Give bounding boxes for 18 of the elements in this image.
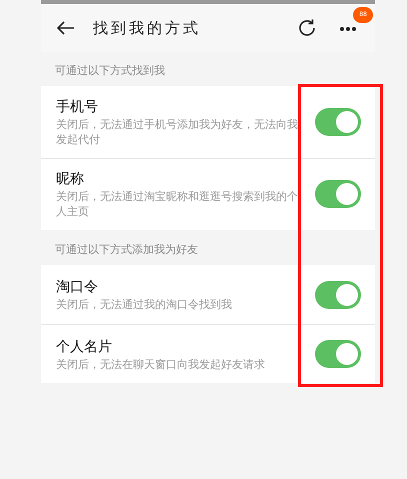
toggle-switch[interactable] xyxy=(315,180,361,208)
section-label: 可通过以下方式找到我 xyxy=(54,63,166,79)
toggle-switch[interactable] xyxy=(315,108,361,136)
setting-title: 个人名片 xyxy=(56,338,113,356)
setting-title: 淘口令 xyxy=(56,278,99,297)
more-icon[interactable] xyxy=(339,26,357,32)
refresh-icon[interactable] xyxy=(297,18,317,38)
setting-description: 关闭后，无法通过淘宝昵称和逛逛号搜索到我的个人主页 xyxy=(56,189,299,219)
section-label: 可通过以下方式添加我为好友 xyxy=(54,242,199,258)
toggle-switch[interactable] xyxy=(315,280,361,308)
page-title: 找到我的方式 xyxy=(93,18,201,39)
setting-description: 关闭后，无法在聊天窗口向我发起好友请求 xyxy=(56,356,266,372)
back-icon[interactable] xyxy=(57,21,75,35)
toggle-switch[interactable] xyxy=(315,340,361,368)
setting-description: 关闭后，无法通过我的淘口令找到我 xyxy=(56,297,233,312)
setting-description: 关闭后，无法通过手机号添加我为好友，无法向我发起代付 xyxy=(56,116,299,146)
setting-title: 昵称 xyxy=(56,170,85,189)
setting-title: 手机号 xyxy=(56,98,99,116)
